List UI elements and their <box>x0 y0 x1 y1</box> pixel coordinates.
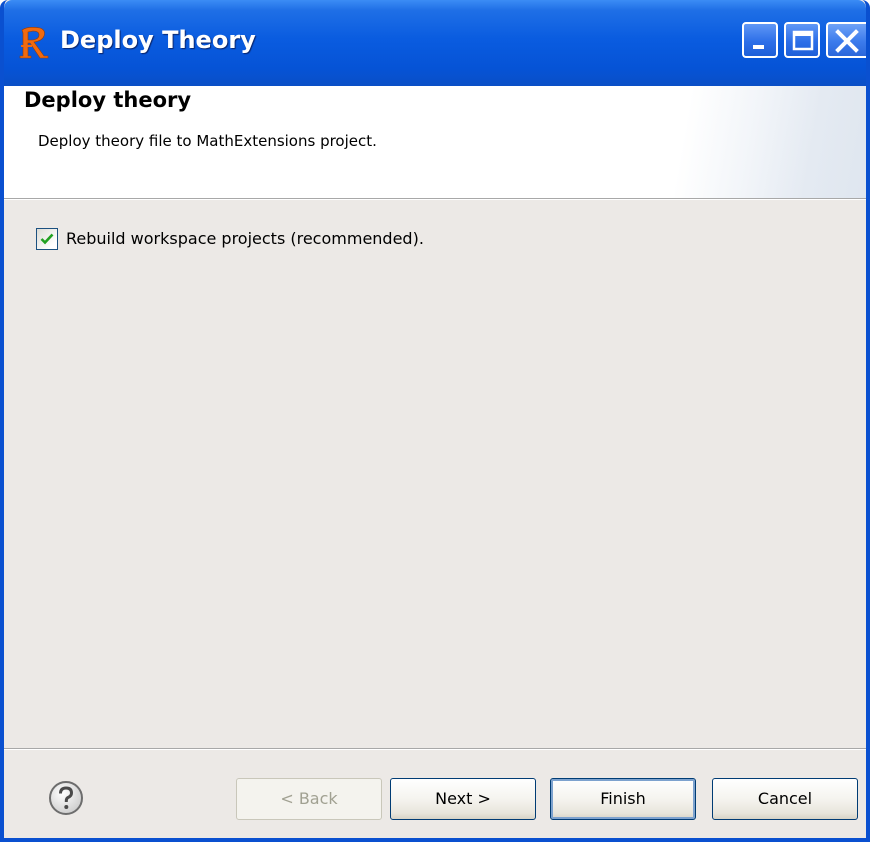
cancel-button[interactable]: Cancel <box>712 778 858 820</box>
banner-divider-highlight <box>4 199 866 200</box>
page-description: Deploy theory file to MathExtensions pro… <box>38 132 377 150</box>
next-button[interactable]: Next > <box>390 778 536 820</box>
checkmark-icon <box>40 233 54 245</box>
close-icon <box>835 29 859 53</box>
finish-button[interactable]: Finish <box>550 778 696 820</box>
minimize-button[interactable] <box>742 22 778 58</box>
maximize-icon <box>792 30 814 51</box>
button-bar-divider-highlight <box>4 749 866 750</box>
window-title: Deploy Theory <box>60 26 256 54</box>
close-button[interactable] <box>826 22 866 58</box>
dialog-window: Deploy Theory Deploy theory Deploy theor… <box>0 0 870 842</box>
back-button[interactable]: < Back <box>236 778 382 820</box>
maximize-button[interactable] <box>784 22 820 58</box>
wizard-banner: Deploy theory Deploy theory file to Math… <box>4 86 866 198</box>
title-bar[interactable]: Deploy Theory <box>4 0 866 86</box>
rebuild-checkbox[interactable] <box>36 228 58 250</box>
app-r-logo-icon <box>18 22 50 62</box>
minimize-icon <box>753 45 764 49</box>
help-icon <box>49 781 83 815</box>
help-button[interactable] <box>48 780 84 816</box>
page-title: Deploy theory <box>24 88 192 112</box>
rebuild-checkbox-label[interactable]: Rebuild workspace projects (recommended)… <box>66 228 424 250</box>
